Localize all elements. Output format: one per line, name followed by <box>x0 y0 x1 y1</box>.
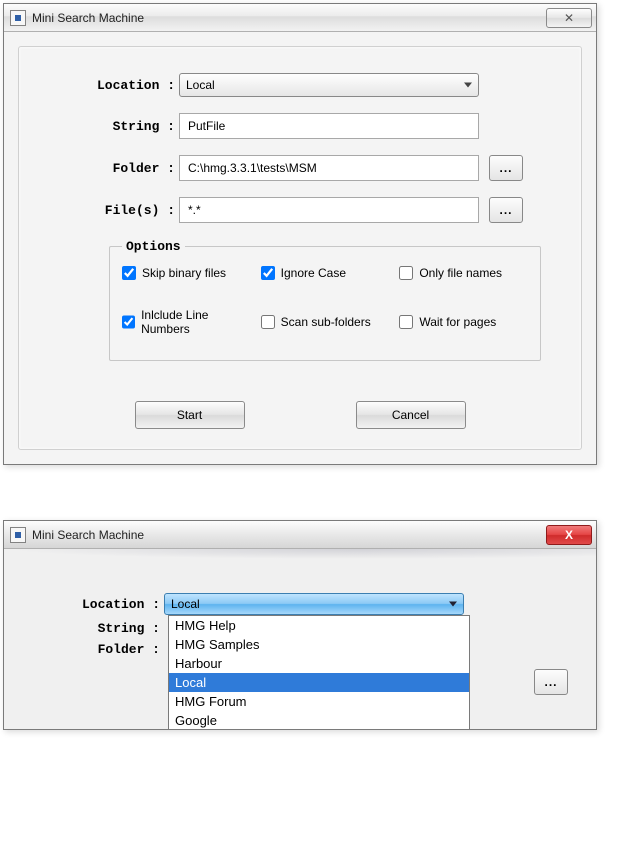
titlebar: Mini Search Machine X <box>4 521 596 549</box>
string-input[interactable]: PutFile <box>179 113 479 139</box>
location-label: Location : <box>24 597 164 612</box>
options-group: Options Skip binary files Ignore Case On… <box>109 239 541 361</box>
chevron-down-icon <box>464 83 472 88</box>
start-button[interactable]: Start <box>135 401 245 429</box>
location-combo-open[interactable]: Local <box>164 593 464 615</box>
window-title: Mini Search Machine <box>32 11 144 25</box>
options-legend: Options <box>122 239 185 254</box>
checkbox-include-line-numbers-label: Inlclude Line Numbers <box>141 308 253 336</box>
checkbox-wait-for-pages[interactable]: Wait for pages <box>399 308 530 336</box>
main-window-2: Mini Search Machine X Location : Local S… <box>3 520 597 730</box>
close-button[interactable]: ✕ <box>546 8 592 28</box>
string-input-value: PutFile <box>188 119 225 133</box>
cancel-button[interactable]: Cancel <box>356 401 466 429</box>
folder-label: Folder : <box>39 161 179 176</box>
checkbox-include-line-numbers[interactable]: Inlclude Line Numbers <box>122 308 253 336</box>
dropdown-item[interactable]: Local <box>169 673 469 692</box>
dropdown-item[interactable]: Google <box>169 711 469 730</box>
checkbox-ignore-case-label: Ignore Case <box>281 266 346 280</box>
files-input[interactable]: *.* <box>179 197 479 223</box>
chevron-down-icon <box>449 602 457 607</box>
app-icon <box>10 527 26 543</box>
main-window-1: Mini Search Machine ✕ Location : Local S… <box>3 3 597 465</box>
form-panel: Location : Local String : Folder : HMG H… <box>4 549 596 657</box>
checkbox-only-filenames-input[interactable] <box>399 266 413 280</box>
files-input-value: *.* <box>188 203 201 217</box>
dropdown-item[interactable]: Harbour <box>169 654 469 673</box>
checkbox-only-filenames[interactable]: Only file names <box>399 266 530 280</box>
dropdown-item[interactable]: HMG Help <box>169 616 469 635</box>
checkbox-skip-binary-input[interactable] <box>122 266 136 280</box>
folder-browse-button[interactable]: ... <box>534 669 568 695</box>
dropdown-item[interactable]: HMG Samples <box>169 635 469 654</box>
location-dropdown-list[interactable]: HMG HelpHMG SamplesHarbourLocalHMG Forum… <box>168 615 470 730</box>
location-combo[interactable]: Local <box>179 73 479 97</box>
files-label: File(s) : <box>39 203 179 218</box>
checkbox-scan-subfolders-label: Scan sub-folders <box>281 315 371 329</box>
close-button[interactable]: X <box>546 525 592 545</box>
folder-input-value: C:\hmg.3.3.1\tests\MSM <box>188 161 317 175</box>
checkbox-wait-for-pages-label: Wait for pages <box>419 315 496 329</box>
form-panel: Location : Local String : PutFile Folder… <box>18 46 582 450</box>
checkbox-scan-subfolders-input[interactable] <box>261 315 275 329</box>
folder-browse-button[interactable]: ... <box>489 155 523 181</box>
checkbox-ignore-case-input[interactable] <box>261 266 275 280</box>
checkbox-skip-binary[interactable]: Skip binary files <box>122 266 253 280</box>
checkbox-wait-for-pages-input[interactable] <box>399 315 413 329</box>
checkbox-ignore-case[interactable]: Ignore Case <box>261 266 392 280</box>
titlebar: Mini Search Machine ✕ <box>4 4 596 32</box>
location-combo-value: Local <box>171 597 200 611</box>
checkbox-only-filenames-label: Only file names <box>419 266 502 280</box>
checkbox-scan-subfolders[interactable]: Scan sub-folders <box>261 308 392 336</box>
checkbox-include-line-numbers-input[interactable] <box>122 315 135 329</box>
dropdown-item[interactable]: HMG Forum <box>169 692 469 711</box>
files-browse-button[interactable]: ... <box>489 197 523 223</box>
window-title: Mini Search Machine <box>32 528 144 542</box>
folder-label: Folder : <box>24 642 164 657</box>
string-label: String : <box>24 621 164 636</box>
string-label: String : <box>39 119 179 134</box>
app-icon <box>10 10 26 26</box>
folder-input[interactable]: C:\hmg.3.3.1\tests\MSM <box>179 155 479 181</box>
location-label: Location : <box>39 78 179 93</box>
location-combo-value: Local <box>186 78 215 92</box>
checkbox-skip-binary-label: Skip binary files <box>142 266 226 280</box>
client-area: Location : Local String : PutFile Folder… <box>4 32 596 464</box>
